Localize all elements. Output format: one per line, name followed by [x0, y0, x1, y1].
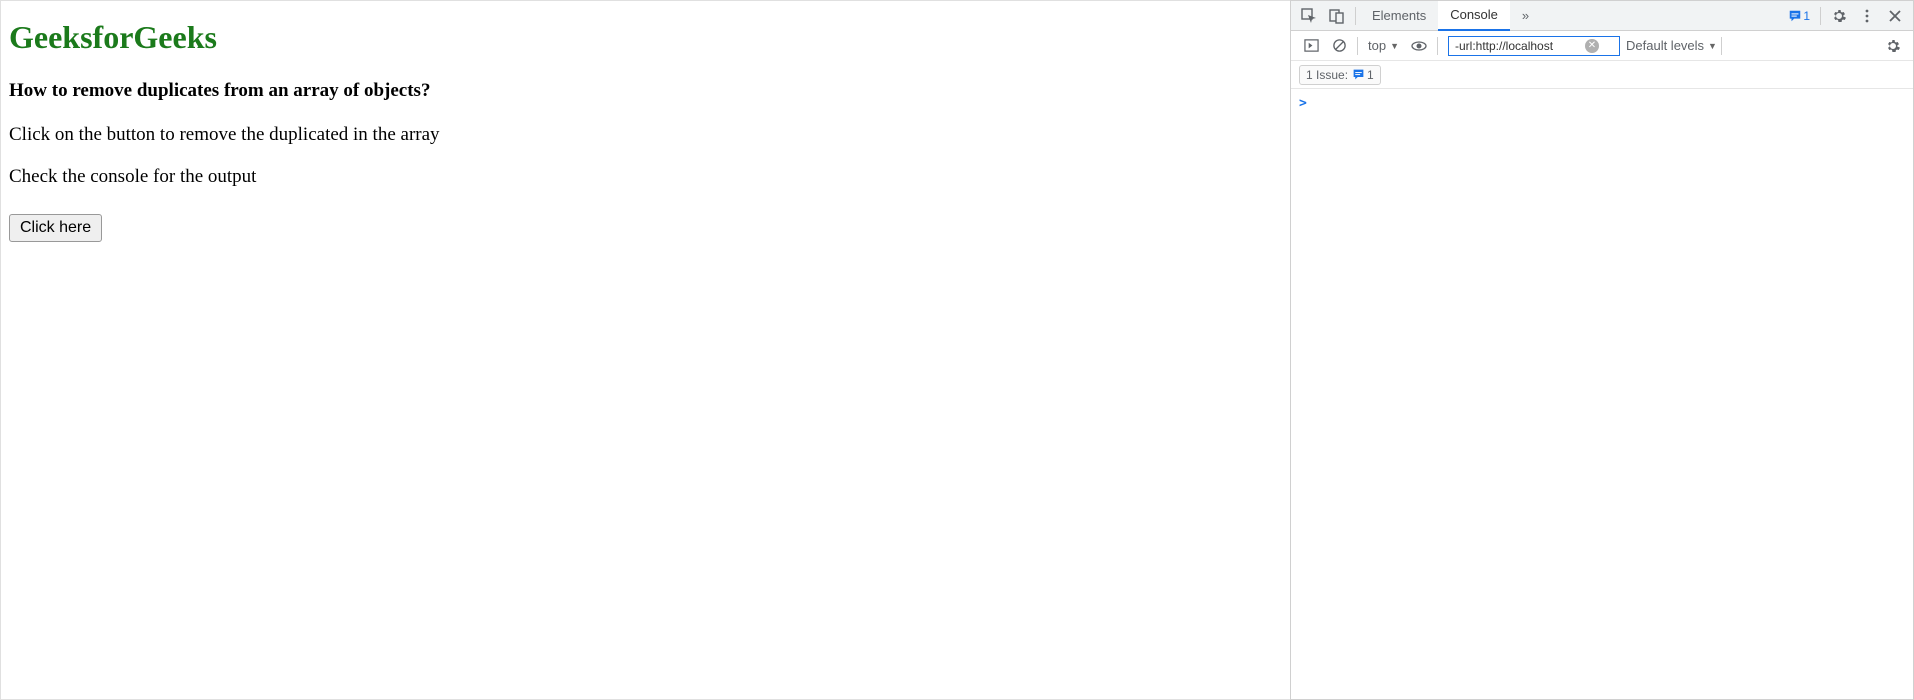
device-toggle-icon[interactable]	[1325, 4, 1349, 28]
filter-box[interactable]: ✕	[1448, 36, 1620, 56]
issues-count: 1	[1367, 68, 1374, 82]
page-subtitle: How to remove duplicates from an array o…	[9, 80, 1282, 102]
page-content: GeeksforGeeks How to remove duplicates f…	[0, 0, 1290, 700]
page-para-2: Check the console for the output	[9, 166, 1282, 188]
clear-console-icon[interactable]	[1327, 34, 1351, 58]
message-icon	[1788, 9, 1802, 23]
tab-more[interactable]: »	[1510, 1, 1541, 31]
page-title: GeeksforGeeks	[9, 19, 1282, 56]
tab-console[interactable]: Console	[1438, 1, 1510, 31]
console-settings-icon[interactable]	[1881, 34, 1905, 58]
message-badge[interactable]: 1	[1788, 9, 1810, 23]
message-count: 1	[1803, 9, 1810, 23]
levels-label: Default levels	[1626, 38, 1704, 53]
toggle-sidebar-icon[interactable]	[1299, 34, 1323, 58]
separator	[1357, 37, 1358, 55]
devtools-tabs: Elements Console » 1	[1291, 1, 1913, 31]
live-expression-icon[interactable]	[1407, 34, 1431, 58]
console-body[interactable]: >	[1291, 89, 1913, 699]
settings-icon[interactable]	[1827, 4, 1851, 28]
message-icon	[1352, 68, 1365, 81]
clear-filter-icon[interactable]: ✕	[1585, 39, 1599, 53]
devtools-panel: Elements Console » 1 top ▼	[1290, 0, 1914, 700]
close-icon[interactable]	[1883, 4, 1907, 28]
log-levels-selector[interactable]: Default levels ▼	[1626, 38, 1717, 53]
separator	[1437, 37, 1438, 55]
issues-chip[interactable]: 1 Issue: 1	[1299, 65, 1381, 85]
separator	[1355, 7, 1356, 25]
page-para-1: Click on the button to remove the duplic…	[9, 124, 1282, 146]
console-toolbar: top ▼ ✕ Default levels ▼	[1291, 31, 1913, 61]
context-label: top	[1368, 38, 1386, 53]
click-here-button[interactable]: Click here	[9, 214, 102, 242]
filter-input[interactable]	[1455, 39, 1585, 53]
inspect-element-icon[interactable]	[1297, 4, 1321, 28]
console-prompt: >	[1299, 96, 1307, 111]
context-selector[interactable]: top ▼	[1362, 38, 1405, 53]
chevron-down-icon: ▼	[1708, 41, 1717, 51]
separator	[1721, 37, 1722, 55]
issues-bar: 1 Issue: 1	[1291, 61, 1913, 89]
more-options-icon[interactable]	[1855, 4, 1879, 28]
chevron-down-icon: ▼	[1390, 41, 1399, 51]
tab-elements[interactable]: Elements	[1360, 1, 1438, 31]
issues-label: 1 Issue:	[1306, 68, 1348, 82]
separator	[1820, 7, 1821, 25]
